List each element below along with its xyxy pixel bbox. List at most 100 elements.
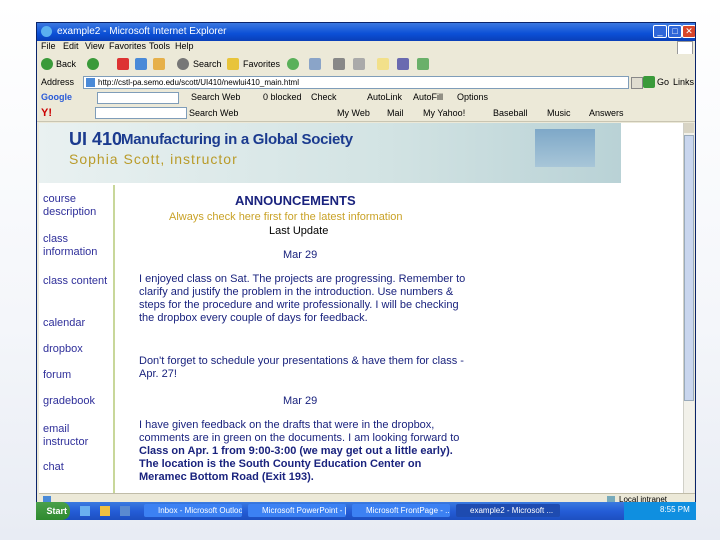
menu-favorites[interactable]: Favorites (109, 41, 146, 51)
windows-logo-icon (677, 41, 693, 55)
menu-tools[interactable]: Tools (149, 41, 170, 51)
menu-view[interactable]: View (85, 41, 104, 51)
course-number: UI 410 (69, 129, 123, 149)
my-web-button[interactable]: My Web (337, 105, 370, 121)
clock: 8:55 PM (660, 505, 690, 514)
search-web-button[interactable]: Search Web (191, 90, 240, 105)
page-icon (86, 78, 95, 87)
course-banner: UI 410 Manufacturing in a Global Society… (39, 123, 621, 183)
messenger-icon[interactable] (397, 58, 409, 70)
nav-class-information[interactable]: class information (43, 233, 111, 259)
mail-icon[interactable] (309, 58, 321, 70)
yahoo-toolbar: Y! Search Web My Web Mail My Yahoo! Base… (37, 105, 695, 122)
baseball-button[interactable]: Baseball (493, 105, 528, 121)
announcement-text-3-bold: Class on Apr. 1 from 9:00-3:00 (we may g… (139, 445, 453, 483)
page-content: UI 410 Manufacturing in a Global Society… (39, 123, 683, 493)
announcement-text-2: Don't forget to schedule your presentati… (139, 355, 464, 380)
address-input[interactable]: http://cstl-pa.semo.edu/scott/UI410/newl… (83, 76, 629, 89)
announcement-text-3-normal: I have given feedback on the drafts that… (139, 419, 460, 444)
nav-gradebook[interactable]: gradebook (43, 395, 111, 408)
standard-toolbar: Back Search Favorites (37, 54, 695, 75)
task-powerpoint[interactable]: Microsoft PowerPoint - [... (248, 504, 346, 517)
autolink-button[interactable]: AutoLink (367, 90, 402, 105)
media-icon[interactable] (287, 58, 299, 70)
taskbar: Start Inbox - Microsoft Outlook Microsof… (36, 502, 696, 520)
go-button[interactable]: Go (657, 74, 669, 90)
google-logo[interactable]: Google (41, 90, 72, 105)
yahoo-logo[interactable]: Y! (41, 105, 52, 121)
my-yahoo-button[interactable]: My Yahoo! (423, 105, 465, 121)
quicklaunch-outlook-icon[interactable] (100, 506, 110, 516)
quicklaunch-ie-icon[interactable] (80, 506, 90, 516)
research-icon[interactable] (417, 58, 429, 70)
edit-icon[interactable] (353, 58, 365, 70)
last-update-label: Last Update (269, 225, 329, 237)
address-dropdown-icon[interactable] (631, 77, 643, 89)
autofill-button[interactable]: AutoFill (413, 90, 443, 105)
nav-chat[interactable]: chat (43, 461, 111, 474)
yahoo-search-input[interactable] (95, 107, 187, 119)
address-url: http://cstl-pa.semo.edu/scott/UI410/newl… (98, 78, 299, 87)
announcement-date-1: Mar 29 (283, 249, 318, 261)
forward-arrow-icon[interactable] (87, 58, 99, 70)
menu-file[interactable]: File (41, 41, 56, 51)
print-icon[interactable] (333, 58, 345, 70)
address-label: Address (41, 77, 75, 87)
maximize-button[interactable]: □ (668, 25, 682, 38)
yahoo-search-web-button[interactable]: Search Web (189, 105, 238, 121)
go-arrow-icon[interactable] (643, 76, 655, 88)
task-frontpage[interactable]: Microsoft FrontPage - ... (352, 504, 450, 517)
close-button[interactable]: ✕ (682, 25, 695, 38)
task-inbox[interactable]: Inbox - Microsoft Outlook (144, 504, 242, 517)
task-example2[interactable]: example2 - Microsoft ... (456, 504, 560, 517)
favorites-star-icon[interactable] (227, 58, 239, 70)
ie-icon (41, 26, 52, 37)
course-nav: course description class information cla… (39, 185, 115, 493)
scroll-thumb[interactable] (684, 135, 694, 401)
nav-class-content[interactable]: class content (43, 275, 111, 288)
announcements-heading: ANNOUNCEMENTS (235, 193, 356, 208)
popups-blocked[interactable]: 0 blocked (263, 90, 302, 105)
announcement-text-1: I enjoyed class on Sat. The projects are… (139, 273, 466, 324)
check-button[interactable]: Check (311, 90, 337, 105)
course-title: Manufacturing in a Global Society (121, 131, 353, 148)
menu-help[interactable]: Help (175, 41, 194, 51)
stop-icon[interactable] (117, 58, 129, 70)
nav-email-instructor[interactable]: email instructor (43, 423, 111, 449)
nav-course-description[interactable]: course description (43, 193, 111, 219)
google-toolbar: Google Search Web 0 blocked Check AutoLi… (37, 90, 695, 106)
vertical-scrollbar[interactable] (683, 123, 694, 493)
answers-button[interactable]: Answers (589, 105, 624, 121)
back-button[interactable]: Back (56, 54, 76, 74)
browser-window: example2 - Microsoft Internet Explorer _… (36, 22, 696, 520)
announcement-date-2: Mar 29 (283, 395, 318, 407)
announcements-subheading: Always check here first for the latest i… (169, 211, 403, 223)
search-button[interactable]: Search (193, 54, 222, 74)
options-button[interactable]: Options (457, 90, 488, 105)
scroll-up-icon[interactable] (684, 123, 694, 133)
menu-edit[interactable]: Edit (63, 41, 79, 51)
google-search-input[interactable] (97, 92, 179, 104)
instructor-name: Sophia Scott, instructor (69, 151, 238, 167)
links-button[interactable]: Links (673, 74, 694, 90)
favorites-button[interactable]: Favorites (243, 54, 280, 74)
nav-calendar[interactable]: calendar (43, 317, 111, 330)
home-icon[interactable] (153, 58, 165, 70)
mail-button[interactable]: Mail (387, 105, 404, 121)
title-bar[interactable]: example2 - Microsoft Internet Explorer _… (37, 23, 695, 41)
start-button[interactable]: Start (36, 502, 70, 520)
banner-photo (535, 129, 595, 167)
music-button[interactable]: Music (547, 105, 571, 121)
back-arrow-icon[interactable] (41, 58, 53, 70)
refresh-icon[interactable] (135, 58, 147, 70)
discuss-icon[interactable] (377, 58, 389, 70)
window-title: example2 - Microsoft Internet Explorer (57, 26, 227, 37)
minimize-button[interactable]: _ (653, 25, 667, 38)
menu-bar: File Edit View Favorites Tools Help (37, 41, 695, 55)
search-icon[interactable] (177, 58, 189, 70)
quicklaunch-desktop-icon[interactable] (120, 506, 130, 516)
nav-forum[interactable]: forum (43, 369, 111, 382)
nav-dropbox[interactable]: dropbox (43, 343, 111, 356)
announcement-text-3: I have given feedback on the drafts that… (139, 419, 469, 484)
address-bar: Address http://cstl-pa.semo.edu/scott/UI… (37, 74, 695, 91)
